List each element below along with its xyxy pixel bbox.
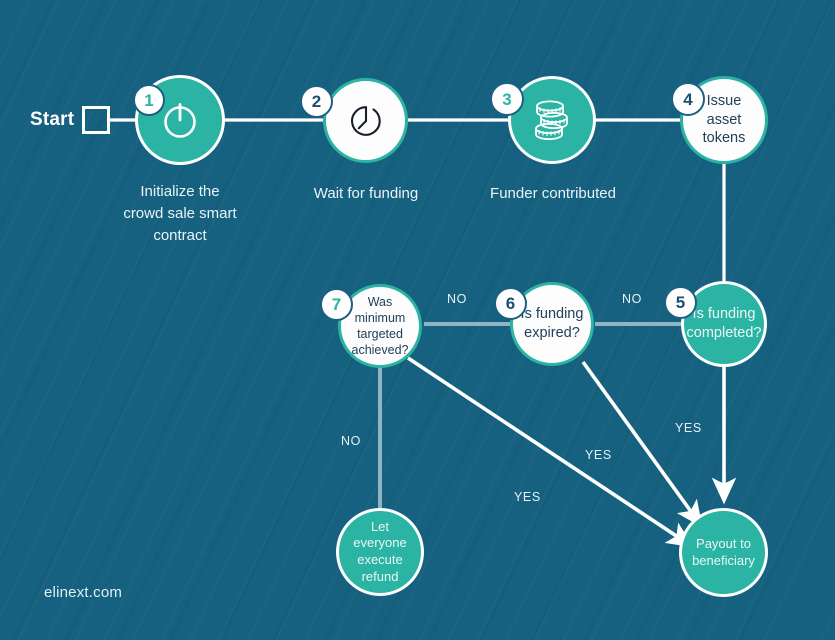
edge-label-yes-n7-payout: YES [514,490,541,504]
node-badge-7: 7 [320,288,353,321]
node-badge-1: 1 [133,84,165,116]
stopwatch-icon [343,98,389,144]
edge-label-no-n6-n7: NO [447,292,467,306]
node-label-7: Was minimum targeted achieved? [351,295,409,357]
edge-n6-to-payout-yes [581,360,703,528]
node-badge-4: 4 [671,82,705,116]
node-label-6: Is funding expired? [520,306,584,341]
caption-node-3: Funder contributed [490,185,616,202]
watermark: elinext.com [44,584,123,601]
node-badge-3: 3 [490,82,524,116]
node-wait-for-funding[interactable] [323,78,408,163]
edge-label-yes-n6-payout: YES [585,448,612,462]
node-payout-to-beneficiary[interactable]: Payout to beneficiary [679,508,768,597]
start-square-marker [82,106,110,134]
node-badge-5: 5 [664,286,697,319]
node-badge-6: 6 [494,287,527,320]
edge-label-no-n7-refund: NO [341,434,361,448]
caption-node-1: Initialize the crowd sale smart contract [123,183,237,244]
node-badge-2: 2 [300,85,333,118]
flowchart-canvas: Start 1 Initialize the crowd sale smart … [0,0,835,640]
edge-label-yes-n5-payout: YES [675,421,702,435]
edge-label-no-n5-n6: NO [622,292,642,306]
node-label-payout: Payout to beneficiary [692,535,755,568]
coins-icon [526,95,578,145]
caption-node-2: Wait for funding [313,185,419,202]
node-let-everyone-execute-refund[interactable]: Let everyone execute refund [336,508,424,596]
start-label: Start [30,109,75,130]
node-label-refund: Let everyone execute refund [353,518,407,584]
